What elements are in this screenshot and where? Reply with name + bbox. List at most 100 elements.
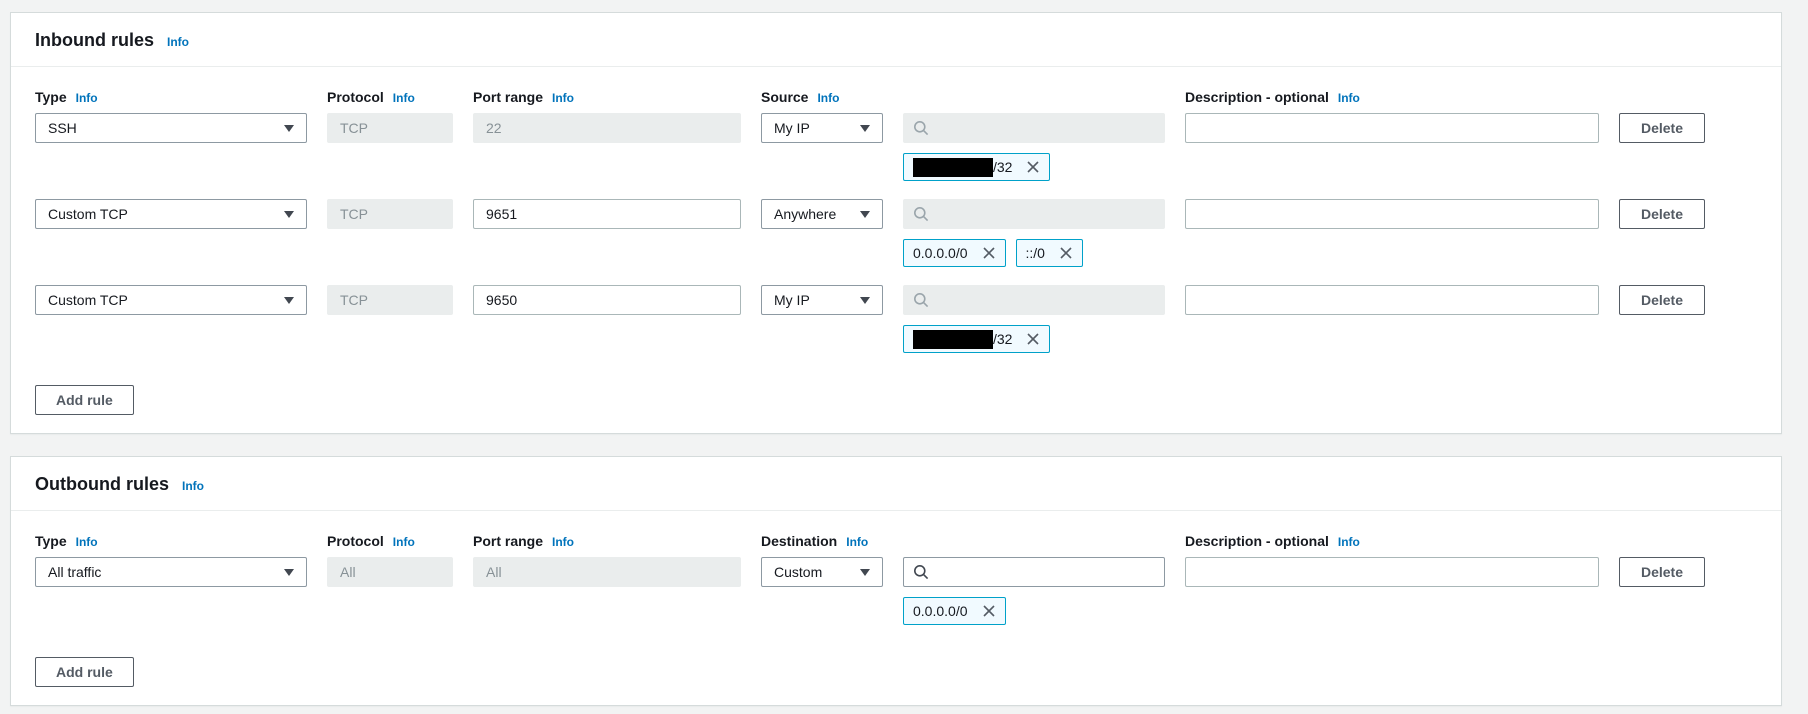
cidr-chip: 0.0.0.0/0 (903, 239, 1006, 267)
inbound-rule-row-2: Custom TCP Anywhere Delete (35, 199, 1757, 267)
type-select[interactable]: SSH (35, 113, 307, 143)
type-column-header: Type Info (35, 533, 307, 549)
cidr-chip-content: /32 (913, 330, 1012, 349)
port-range-column-header: Port range Info (473, 89, 741, 105)
port-range-info-link[interactable]: Info (552, 535, 574, 549)
inbound-rules-header: Inbound rules Info (11, 13, 1781, 67)
protocol-info-link[interactable]: Info (393, 535, 415, 549)
outbound-rule-row-1: All traffic Custom Delete (35, 557, 1757, 625)
remove-cidr-icon[interactable] (1026, 332, 1040, 346)
description-info-link[interactable]: Info (1338, 535, 1360, 549)
description-input[interactable] (1185, 199, 1599, 229)
protocol-input (327, 285, 453, 315)
cidr-chip-label: 0.0.0.0/0 (913, 603, 968, 619)
port-range-input[interactable] (473, 285, 741, 315)
source-select[interactable]: Anywhere (761, 199, 883, 229)
search-icon (913, 120, 929, 136)
delete-button[interactable]: Delete (1619, 113, 1705, 143)
source-select[interactable]: My IP (761, 113, 883, 143)
source-search-input (903, 199, 1165, 229)
description-label: Description - optional (1185, 89, 1329, 105)
destination-column-header: Destination Info (761, 533, 1165, 549)
cidr-chip-label: ::/0 (1026, 245, 1045, 261)
source-select[interactable]: My IP (761, 285, 883, 315)
source-search-input (903, 113, 1165, 143)
description-input[interactable] (1185, 113, 1599, 143)
protocol-info-link[interactable]: Info (393, 91, 415, 105)
destination-select-value: Custom (774, 564, 822, 580)
delete-button[interactable]: Delete (1619, 199, 1705, 229)
type-select[interactable]: Custom TCP (35, 285, 307, 315)
inbound-rule-row-3: Custom TCP My IP Delete (35, 285, 1757, 353)
source-info-link[interactable]: Info (817, 91, 839, 105)
type-info-link[interactable]: Info (76, 535, 98, 549)
chevron-down-icon (860, 125, 870, 132)
inbound-rules-info-link[interactable]: Info (167, 35, 189, 49)
description-info-link[interactable]: Info (1338, 91, 1360, 105)
inbound-rules-section: Inbound rules Info Type Info Protocol In… (10, 12, 1782, 434)
type-column-header: Type Info (35, 89, 307, 105)
type-label: Type (35, 533, 67, 549)
delete-button[interactable]: Delete (1619, 285, 1705, 315)
description-column-header: Description - optional Info (1185, 533, 1599, 549)
remove-cidr-icon[interactable] (1059, 246, 1073, 260)
cidr-chip: /32 (903, 325, 1050, 353)
remove-cidr-icon[interactable] (982, 604, 996, 618)
type-select[interactable]: Custom TCP (35, 199, 307, 229)
chevron-down-icon (284, 297, 294, 304)
cidr-chip: /32 (903, 153, 1050, 181)
port-range-input[interactable] (473, 199, 741, 229)
type-select-value: Custom TCP (48, 292, 128, 308)
description-column-header: Description - optional Info (1185, 89, 1599, 105)
type-label: Type (35, 89, 67, 105)
description-input[interactable] (1185, 285, 1599, 315)
outbound-rules-body: Type Info Protocol Info Port range Info … (11, 511, 1781, 705)
chevron-down-icon (284, 211, 294, 218)
destination-info-link[interactable]: Info (846, 535, 868, 549)
cidr-chip-label: 0.0.0.0/0 (913, 245, 968, 261)
chevron-down-icon (860, 211, 870, 218)
port-range-info-link[interactable]: Info (552, 91, 574, 105)
type-info-link[interactable]: Info (76, 91, 98, 105)
inbound-rules-title: Inbound rules (35, 30, 154, 51)
source-search-input (903, 285, 1165, 315)
chevron-down-icon (860, 297, 870, 304)
destination-select[interactable]: Custom (761, 557, 883, 587)
protocol-column-header: Protocol Info (327, 533, 453, 549)
source-select-value: Anywhere (774, 206, 836, 222)
source-cidr-chips: 0.0.0.0/0 ::/0 (903, 239, 1165, 267)
cidr-chip: ::/0 (1016, 239, 1083, 267)
protocol-input (327, 557, 453, 587)
port-range-label: Port range (473, 89, 543, 105)
description-label: Description - optional (1185, 533, 1329, 549)
destination-search-input[interactable] (903, 557, 1165, 587)
redacted-ip-block (913, 158, 993, 177)
outbound-rules-info-link[interactable]: Info (182, 479, 204, 493)
description-input[interactable] (1185, 557, 1599, 587)
search-icon (913, 292, 929, 308)
outbound-column-headers: Type Info Protocol Info Port range Info … (35, 533, 1757, 549)
cidr-chip-content: /32 (913, 158, 1012, 177)
chevron-down-icon (284, 125, 294, 132)
inbound-rule-row-1: SSH My IP Delete (35, 113, 1757, 181)
type-select-value: All traffic (48, 564, 101, 580)
chevron-down-icon (284, 569, 294, 576)
search-icon (913, 206, 929, 222)
add-rule-button[interactable]: Add rule (35, 385, 134, 415)
destination-cidr-chips: 0.0.0.0/0 (903, 597, 1165, 625)
type-select[interactable]: All traffic (35, 557, 307, 587)
cidr-chip: 0.0.0.0/0 (903, 597, 1006, 625)
delete-button[interactable]: Delete (1619, 557, 1705, 587)
port-range-label: Port range (473, 533, 543, 549)
outbound-rules-title: Outbound rules (35, 474, 169, 495)
remove-cidr-icon[interactable] (982, 246, 996, 260)
type-select-value: Custom TCP (48, 206, 128, 222)
remove-cidr-icon[interactable] (1026, 160, 1040, 174)
add-rule-button[interactable]: Add rule (35, 657, 134, 687)
destination-label: Destination (761, 533, 837, 549)
outbound-rules-section: Outbound rules Info Type Info Protocol I… (10, 456, 1782, 706)
protocol-label: Protocol (327, 533, 384, 549)
source-select-value: My IP (774, 292, 810, 308)
protocol-input (327, 113, 453, 143)
source-cidr-chips: /32 (903, 325, 1165, 353)
